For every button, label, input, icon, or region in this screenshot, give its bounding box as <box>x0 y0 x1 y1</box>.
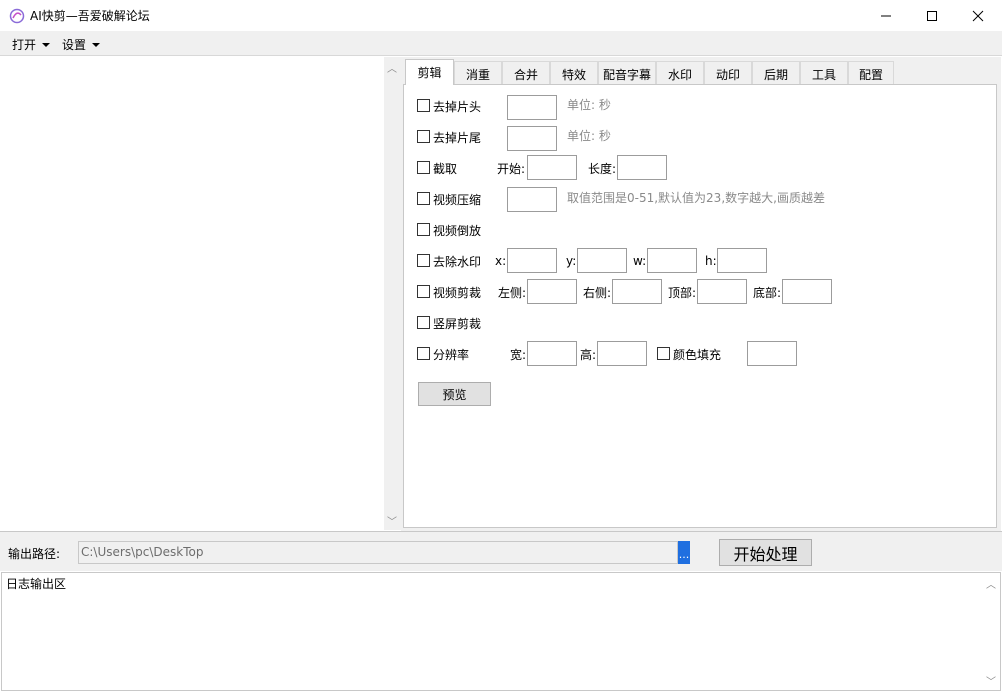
maximize-button[interactable] <box>909 0 955 31</box>
compress-hint: 取值范围是0-51,默认值为23,数字越大,画质越差 <box>567 191 825 205</box>
output-path-input[interactable]: C:\Users\pc\DeskTop <box>78 541 678 564</box>
color-fill-checkbox[interactable] <box>657 347 670 360</box>
crop-right-input[interactable] <box>612 279 662 304</box>
tab-effects[interactable]: 特效 <box>550 61 598 84</box>
trim-tail-label: 去掉片尾 <box>433 131 482 145</box>
minimize-button[interactable] <box>863 0 909 31</box>
trim-head-label: 去掉片头 <box>433 100 482 114</box>
tab-tools[interactable]: 工具 <box>800 61 848 84</box>
crop-bottom-input[interactable] <box>782 279 832 304</box>
title-bar <box>0 0 1002 31</box>
watermark-h-label: h: <box>705 254 717 268</box>
browse-button[interactable]: ... <box>678 541 690 564</box>
menu-settings-label: 设置 <box>62 38 87 52</box>
crop-left-label: 左侧: <box>498 286 527 300</box>
reverse-label: 视频倒放 <box>433 224 482 238</box>
video-list-pane[interactable] <box>1 57 385 530</box>
resolution-checkbox[interactable] <box>417 347 430 360</box>
tab-post[interactable]: 后期 <box>752 61 800 84</box>
log-scroll-up-icon[interactable]: ︿ <box>986 576 996 591</box>
tab-config[interactable]: 配置 <box>848 61 894 84</box>
log-scroll-down-icon[interactable]: ﹀ <box>986 673 996 688</box>
trim-tail-input[interactable] <box>507 126 557 151</box>
tab-edit[interactable]: 剪辑 <box>405 59 454 85</box>
maximize-icon <box>927 10 937 21</box>
app-logo-icon <box>9 8 25 24</box>
color-fill-label: 颜色填充 <box>673 348 722 362</box>
reverse-checkbox[interactable] <box>417 223 430 236</box>
clip-checkbox[interactable] <box>417 161 430 174</box>
trim-tail-unit: 单位: 秒 <box>567 129 611 143</box>
watermark-x-label: x: <box>495 254 507 268</box>
log-placeholder-text: 日志输出区 <box>6 577 67 591</box>
compress-label: 视频压缩 <box>433 193 482 207</box>
clip-start-input[interactable] <box>527 155 577 180</box>
crop-right-label: 右侧: <box>583 286 612 300</box>
trim-head-checkbox[interactable] <box>417 99 430 112</box>
scroll-up-icon[interactable]: ︿ <box>386 60 398 75</box>
vertical-crop-checkbox[interactable] <box>417 316 430 329</box>
chevron-down-icon <box>92 42 101 47</box>
minimize-icon <box>881 15 891 16</box>
menu-bar <box>0 31 1002 56</box>
log-output-area[interactable] <box>1 572 1001 691</box>
tab-dedupe[interactable]: 消重 <box>454 61 502 84</box>
tab-watermark[interactable]: 水印 <box>656 61 704 84</box>
watermark-h-input[interactable] <box>717 248 767 273</box>
resolution-height-input[interactable] <box>597 341 647 366</box>
watermark-w-label: w: <box>633 254 647 268</box>
compress-checkbox[interactable] <box>417 192 430 205</box>
trim-head-unit: 单位: 秒 <box>567 98 611 112</box>
trim-head-input[interactable] <box>507 95 557 120</box>
resolution-height-label: 高: <box>580 348 597 362</box>
close-icon <box>972 10 984 21</box>
tab-merge[interactable]: 合并 <box>502 61 550 84</box>
clip-length-label: 长度: <box>588 162 617 176</box>
trim-tail-checkbox[interactable] <box>417 130 430 143</box>
crop-top-input[interactable] <box>697 279 747 304</box>
tab-content-edit <box>403 84 997 528</box>
pane-scrollbar[interactable] <box>384 57 401 530</box>
output-path-label: 输出路径: <box>8 547 61 561</box>
crop-checkbox[interactable] <box>417 285 430 298</box>
start-processing-button[interactable]: 开始处理 <box>719 539 812 566</box>
crop-left-input[interactable] <box>527 279 577 304</box>
resolution-width-label: 宽: <box>510 348 527 362</box>
close-button[interactable] <box>955 0 1001 31</box>
watermark-y-label: y: <box>566 254 577 268</box>
clip-length-input[interactable] <box>617 155 667 180</box>
vertical-crop-label: 竖屏剪裁 <box>433 317 482 331</box>
remove-watermark-label: 去除水印 <box>433 255 482 269</box>
menu-settings[interactable]: 设置 <box>62 36 101 53</box>
crop-label: 视频剪裁 <box>433 286 482 300</box>
watermark-x-input[interactable] <box>507 248 557 273</box>
tab-dubbing-subtitles[interactable]: 配音字幕 <box>598 61 656 84</box>
resolution-width-input[interactable] <box>527 341 577 366</box>
chevron-down-icon <box>42 42 51 47</box>
clip-start-label: 开始: <box>497 162 526 176</box>
resolution-label: 分辨率 <box>433 348 470 362</box>
crop-bottom-label: 底部: <box>753 286 782 300</box>
menu-open-label: 打开 <box>12 38 37 52</box>
menu-open[interactable]: 打开 <box>12 36 51 53</box>
scroll-down-icon[interactable]: ﹀ <box>386 513 398 528</box>
window-title: AI快剪—吾爱破解论坛 <box>30 9 150 23</box>
clip-label: 截取 <box>433 162 458 176</box>
tab-dynamic-watermark[interactable]: 动印 <box>704 61 752 84</box>
compress-input[interactable] <box>507 187 557 212</box>
watermark-y-input[interactable] <box>577 248 627 273</box>
watermark-w-input[interactable] <box>647 248 697 273</box>
remove-watermark-checkbox[interactable] <box>417 254 430 267</box>
preview-button[interactable]: 预览 <box>418 382 491 406</box>
color-fill-input[interactable] <box>747 341 797 366</box>
crop-top-label: 顶部: <box>668 286 697 300</box>
